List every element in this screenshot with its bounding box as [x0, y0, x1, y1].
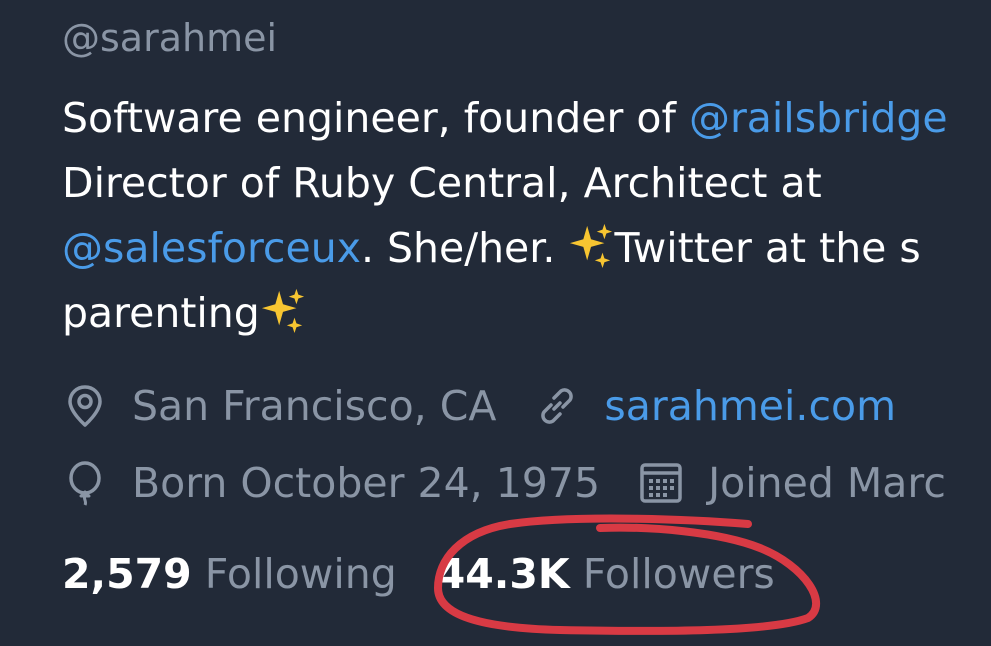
location-pin-icon: [68, 385, 102, 427]
bio-line-3: @salesforceux. She/her. Twitter at the s: [62, 216, 991, 281]
sparkles-icon: [260, 287, 306, 333]
followers-count: 44.3K: [436, 550, 570, 598]
calendar-icon: [640, 463, 682, 503]
location-text: San Francisco, CA: [132, 382, 497, 430]
bio-text: Director of Ruby Central, Architect at: [62, 159, 822, 207]
mention-salesforceux-link[interactable]: @salesforceux: [62, 224, 361, 272]
followers-label: Followers: [582, 550, 775, 598]
mention-railsbridge-link[interactable]: @railsbridge: [689, 94, 948, 142]
profile-meta-row-1: San Francisco, CA sarahmei.com: [62, 382, 896, 430]
bio-line-1: Software engineer, founder of @railsbrid…: [62, 86, 991, 151]
following-count: 2,579: [62, 550, 192, 598]
profile-stats: 2,579 Following 44.3K Followers: [62, 550, 775, 598]
website-link[interactable]: sarahmei.com: [604, 382, 896, 430]
sparkles-icon: [568, 222, 614, 268]
birthday-text: Born October 24, 1975: [132, 459, 601, 507]
profile-bio: Software engineer, founder of @railsbrid…: [62, 86, 991, 346]
balloon-icon: [69, 461, 101, 506]
bio-text: Software engineer, founder of: [62, 94, 689, 142]
bio-text: parenting: [62, 289, 260, 337]
bio-text: Twitter at the s: [614, 224, 921, 272]
following-label: Following: [204, 550, 397, 598]
following-stat[interactable]: 2,579 Following: [62, 550, 397, 598]
bio-line-2: Director of Ruby Central, Architect at: [62, 151, 991, 216]
bio-text: . She/her.: [360, 224, 569, 272]
bio-line-4: parenting: [62, 281, 991, 346]
profile-meta-row-2: Born October 24, 1975 Joined Marc: [62, 459, 946, 507]
followers-stat[interactable]: 44.3K Followers: [437, 550, 775, 598]
profile-handle: @sarahmei: [62, 16, 278, 60]
joined-text: Joined Marc: [708, 459, 946, 507]
link-icon: [541, 388, 574, 424]
